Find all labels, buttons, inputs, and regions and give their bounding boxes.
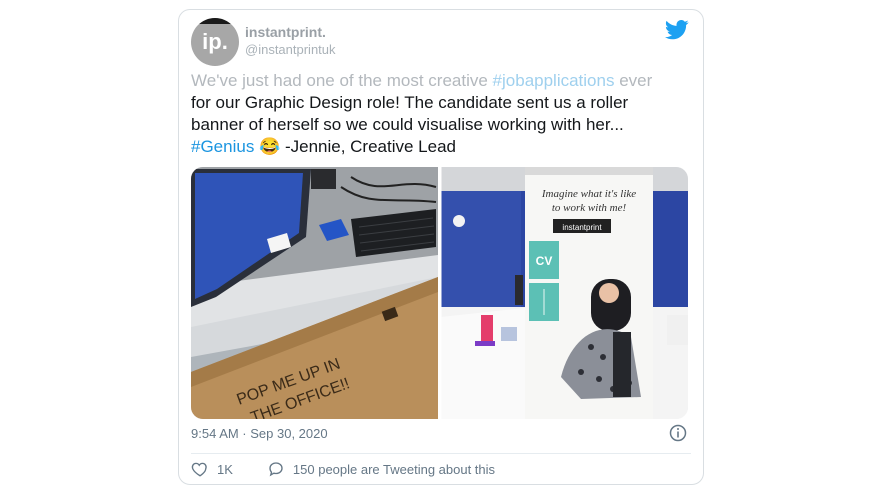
tweet-line-3: banner of herself so we could visualise … bbox=[191, 115, 624, 134]
tweet-line-1-suffix: ever bbox=[614, 71, 653, 90]
tweeting-count[interactable]: 150 people are Tweeting about this bbox=[293, 462, 495, 477]
tweet-line-1: We've just had one of the most creative … bbox=[191, 70, 696, 92]
banner-text-1: Imagine what it's like bbox=[541, 188, 636, 200]
banner-cv: CV bbox=[536, 254, 553, 268]
author-handle[interactable]: @instantprintuk bbox=[245, 42, 336, 57]
heart-icon[interactable] bbox=[191, 460, 209, 478]
info-icon[interactable] bbox=[669, 424, 687, 442]
avatar-text: ip. bbox=[202, 29, 228, 54]
photo-desk-box[interactable]: POP ME UP IN THE OFFICE!! bbox=[191, 167, 438, 419]
hashtag-jobapplications[interactable]: #jobapplications bbox=[493, 71, 615, 90]
twitter-bird-icon[interactable] bbox=[665, 20, 689, 40]
like-count[interactable]: 1K bbox=[217, 462, 233, 477]
divider bbox=[191, 453, 691, 454]
desk-box-image: POP ME UP IN THE OFFICE!! bbox=[191, 167, 438, 419]
photo-roller-banner[interactable]: Imagine what it's like to work with me! … bbox=[441, 167, 688, 419]
avatar[interactable]: ip. bbox=[191, 18, 239, 66]
banner-text-2: to work with me! bbox=[552, 202, 627, 214]
tweet-card: ip. instantprint. @instantprintuk We've … bbox=[178, 9, 704, 485]
actions-bar: 1K 150 people are Tweeting about this bbox=[191, 460, 495, 478]
reply-bubble-icon[interactable] bbox=[267, 460, 285, 478]
tweet-line-4-suffix: -Jennie, Creative Lead bbox=[280, 137, 457, 156]
tweet-line-1-prefix: We've just had one of the most creative bbox=[191, 71, 493, 90]
author-name[interactable]: instantprint. bbox=[245, 24, 326, 40]
banner-brand: instantprint bbox=[562, 223, 602, 232]
laughing-emoji-icon: 😂 bbox=[259, 137, 281, 156]
roller-banner-image: Imagine what it's like to work with me! … bbox=[441, 167, 688, 419]
tweet-timestamp[interactable]: 9:54 AM · Sep 30, 2020 bbox=[191, 426, 328, 441]
tweet-text: We've just had one of the most creative … bbox=[191, 70, 696, 158]
hashtag-genius[interactable]: #Genius bbox=[191, 137, 254, 156]
tweet-line-4: #Genius 😂 -Jennie, Creative Lead bbox=[191, 136, 696, 158]
media-grid: POP ME UP IN THE OFFICE!! Imagine what i… bbox=[191, 167, 688, 419]
tweet-line-2: for our Graphic Design role! The candida… bbox=[191, 93, 629, 112]
